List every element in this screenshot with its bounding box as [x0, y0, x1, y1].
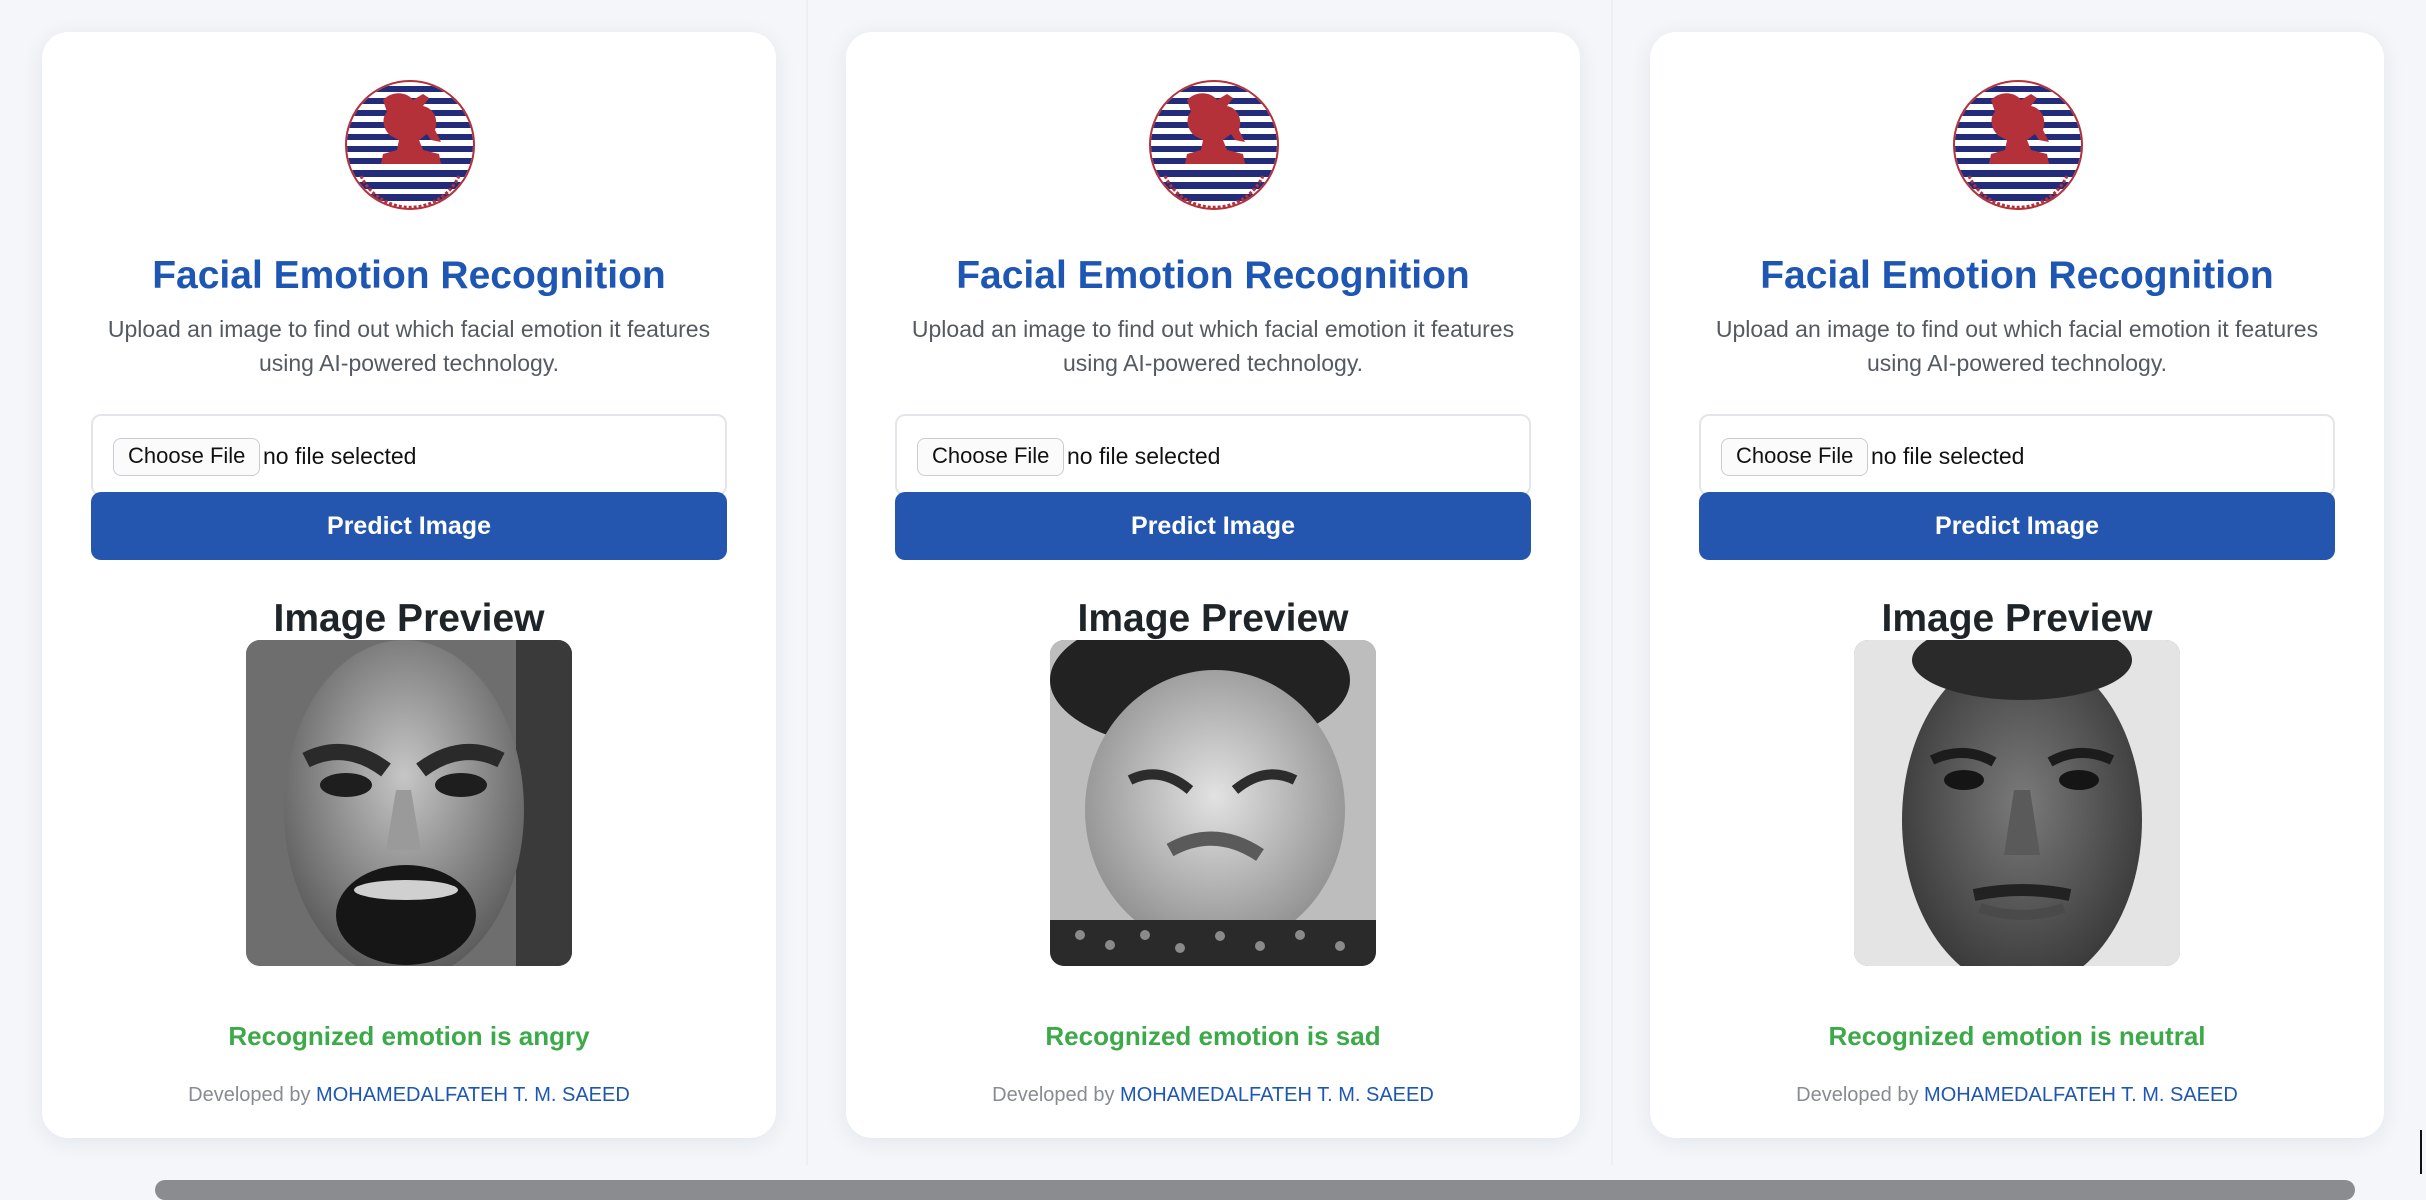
result-text: Recognized emotion is angry — [228, 1021, 590, 1051]
university-seal-icon — [343, 78, 477, 212]
preview-heading: Image Preview — [1881, 597, 2153, 640]
developer-link[interactable]: MOHAMEDALFATEH T. M. SAEED — [1120, 1084, 1434, 1106]
page-title: Facial Emotion Recognition — [956, 254, 1470, 297]
file-status-text: no file selected — [263, 443, 417, 469]
predict-image-button[interactable]: Predict Image — [91, 492, 727, 560]
column-divider — [1611, 0, 1613, 1165]
file-input[interactable]: Choose File no file selected — [1699, 414, 2335, 496]
emotion-card-1: Facial Emotion Recognition Upload an ima… — [42, 32, 776, 1138]
developed-by-label: Developed by — [992, 1084, 1115, 1106]
emotion-card-2: Facial Emotion Recognition Upload an ima… — [846, 32, 1580, 1138]
developed-by-label: Developed by — [1796, 1084, 1919, 1106]
face-angry-photo — [246, 640, 572, 966]
choose-file-button[interactable]: Choose File — [917, 438, 1065, 476]
description-text: Upload an image to find out which facial… — [911, 316, 1515, 376]
choose-file-button[interactable]: Choose File — [113, 438, 261, 476]
description-text: Upload an image to find out which facial… — [107, 316, 711, 376]
developer-link[interactable]: MOHAMEDALFATEH T. M. SAEED — [316, 1084, 630, 1106]
preview-heading: Image Preview — [273, 597, 545, 640]
result-text: Recognized emotion is neutral — [1828, 1021, 2206, 1051]
text-cursor-icon — [2420, 1130, 2422, 1174]
face-sad-photo — [1050, 640, 1376, 966]
university-seal-icon — [1147, 78, 1281, 212]
developed-by-label: Developed by — [188, 1084, 311, 1106]
emotion-card-3: Facial Emotion Recognition Upload an ima… — [1650, 32, 2384, 1138]
result-text: Recognized emotion is sad — [1045, 1021, 1381, 1051]
file-status-text: no file selected — [1871, 443, 2025, 469]
file-input[interactable]: Choose File no file selected — [895, 414, 1531, 496]
credit-line: Developed by MOHAMEDALFATEH T. M. SAEED — [1650, 1080, 2384, 1110]
horizontal-scrollbar[interactable] — [155, 1180, 2355, 1200]
predict-image-button[interactable]: Predict Image — [1699, 492, 2335, 560]
preview-heading: Image Preview — [1077, 597, 1349, 640]
university-seal-icon — [1951, 78, 2085, 212]
credit-line: Developed by MOHAMEDALFATEH T. M. SAEED — [42, 1080, 776, 1110]
face-neutral-photo — [1854, 640, 2180, 966]
file-status-text: no file selected — [1067, 443, 1221, 469]
credit-line: Developed by MOHAMEDALFATEH T. M. SAEED — [846, 1080, 1580, 1110]
developer-link[interactable]: MOHAMEDALFATEH T. M. SAEED — [1924, 1084, 2238, 1106]
predict-image-button[interactable]: Predict Image — [895, 492, 1531, 560]
column-divider — [806, 0, 808, 1165]
page-title: Facial Emotion Recognition — [1760, 254, 2274, 297]
file-input[interactable]: Choose File no file selected — [91, 414, 727, 496]
choose-file-button[interactable]: Choose File — [1721, 438, 1869, 476]
page-title: Facial Emotion Recognition — [152, 254, 666, 297]
description-text: Upload an image to find out which facial… — [1715, 316, 2319, 376]
